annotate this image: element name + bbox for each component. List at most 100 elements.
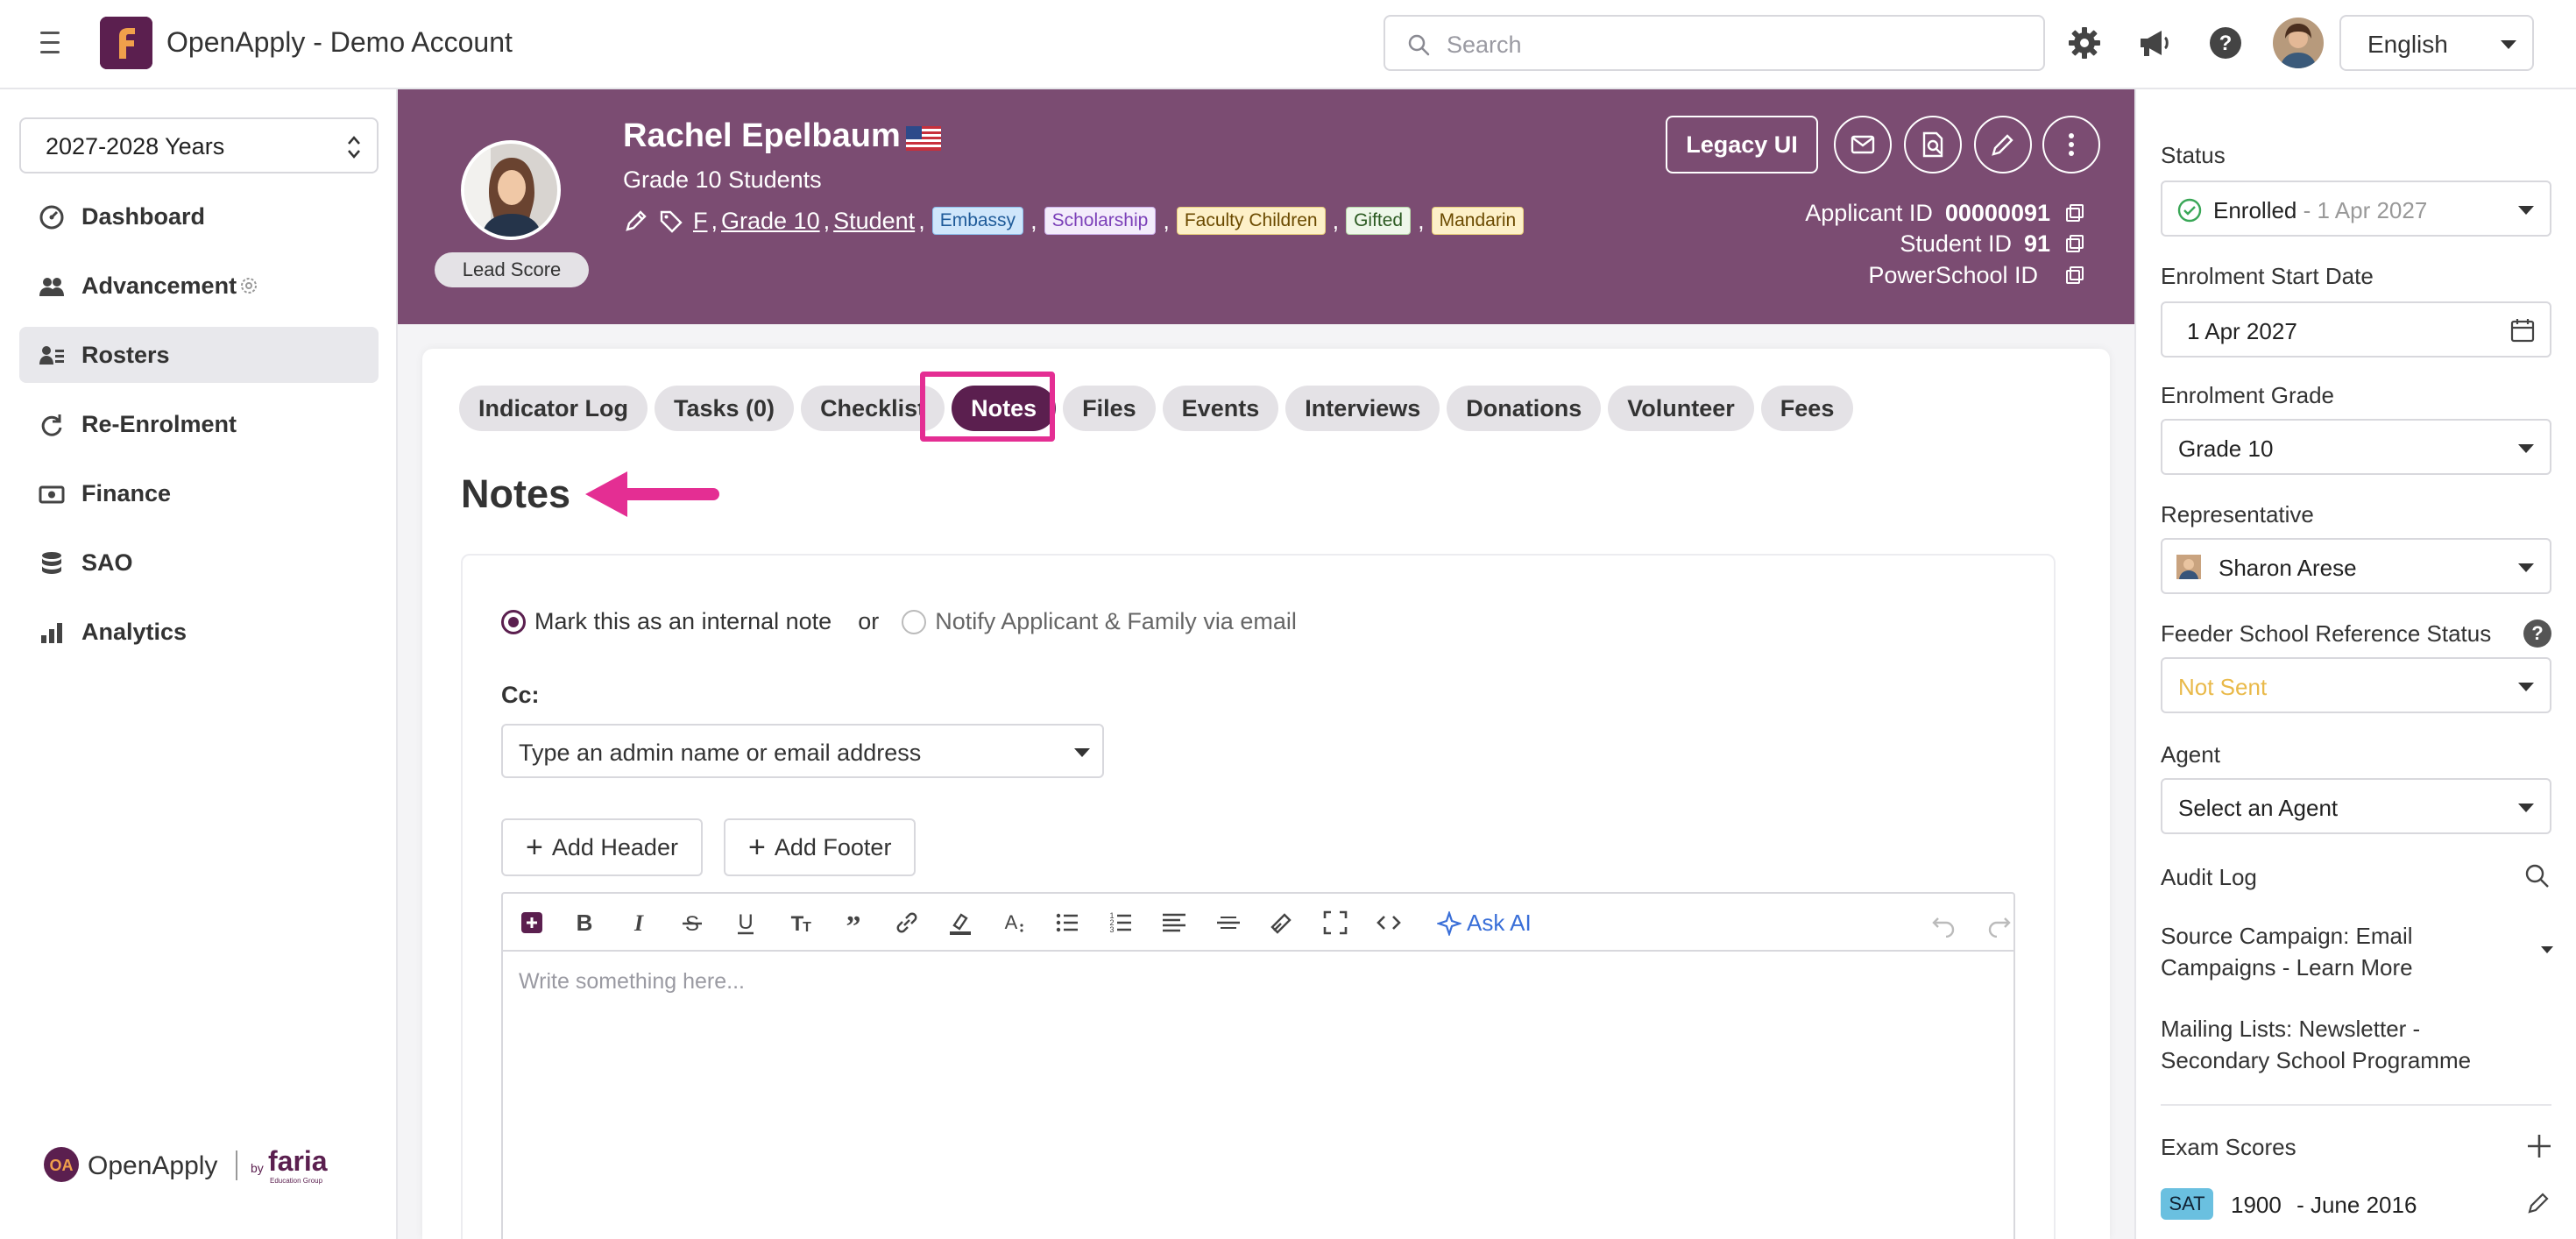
language-select[interactable]: English bbox=[2339, 15, 2534, 71]
tab-donations[interactable]: Donations bbox=[1447, 386, 1602, 431]
status-select[interactable]: Enrolled - 1 Apr 2027 bbox=[2161, 181, 2551, 237]
tab-interviews[interactable]: Interviews bbox=[1285, 386, 1440, 431]
undo-icon[interactable] bbox=[1929, 908, 1959, 938]
tag-chip-mandarin[interactable]: Mandarin bbox=[1431, 207, 1525, 235]
font-color-icon[interactable]: A bbox=[999, 908, 1029, 938]
search-input[interactable] bbox=[1447, 27, 2025, 62]
email-button[interactable] bbox=[1834, 116, 1892, 173]
representative-label: Representative bbox=[2161, 501, 2314, 527]
strikethrough-icon[interactable]: S bbox=[677, 908, 707, 938]
preview-button[interactable] bbox=[1904, 116, 1962, 173]
enrolment-grade-select[interactable]: Grade 10 bbox=[2161, 419, 2551, 475]
lead-score-badge[interactable]: Lead Score bbox=[435, 252, 589, 287]
notes-heading: Notes bbox=[461, 471, 571, 516]
student-photo[interactable] bbox=[461, 140, 561, 240]
redo-icon[interactable] bbox=[1984, 908, 2013, 938]
gear-icon[interactable] bbox=[2065, 24, 2104, 62]
bold-icon[interactable]: B bbox=[570, 908, 599, 938]
tag-chip-faculty-children[interactable]: Faculty Children bbox=[1176, 207, 1326, 235]
dashboard-icon bbox=[39, 205, 64, 230]
tag-chip-embassy[interactable]: Embassy bbox=[931, 207, 1024, 235]
text-size-icon[interactable]: TT bbox=[785, 908, 815, 938]
representative-select[interactable]: Sharon Arese bbox=[2161, 538, 2551, 594]
hamburger-menu-icon[interactable] bbox=[35, 32, 67, 58]
add-icon[interactable] bbox=[2525, 1132, 2553, 1160]
year-select[interactable]: 2027-2028 Years bbox=[19, 117, 379, 173]
tab-volunteer[interactable]: Volunteer bbox=[1608, 386, 1754, 431]
user-avatar[interactable] bbox=[2273, 18, 2324, 68]
sidebar-item-dashboard[interactable]: Dashboard bbox=[19, 188, 379, 244]
clear-format-icon[interactable] bbox=[1267, 908, 1297, 938]
tab-files[interactable]: Files bbox=[1063, 386, 1156, 431]
megaphone-icon[interactable] bbox=[2135, 24, 2174, 62]
numbered-list-icon[interactable]: 123 bbox=[1106, 908, 1136, 938]
tab-notes[interactable]: Notes bbox=[952, 386, 1057, 431]
more-options-button[interactable] bbox=[2042, 116, 2100, 173]
representative-avatar bbox=[2176, 555, 2201, 579]
pencil-icon[interactable] bbox=[623, 208, 649, 234]
sidebar-item-label: Dashboard bbox=[81, 203, 206, 230]
sidebar-item-advancement[interactable]: Advancement bbox=[19, 258, 379, 314]
horizontal-rule-icon[interactable] bbox=[1214, 908, 1243, 938]
tab-tasks[interactable]: Tasks (0) bbox=[655, 386, 795, 431]
tab-indicator-log[interactable]: Indicator Log bbox=[459, 386, 648, 431]
tag-chip-scholarship[interactable]: Scholarship bbox=[1044, 207, 1157, 235]
edit-button[interactable] bbox=[1974, 116, 2032, 173]
logo-brand-text: faria bbox=[268, 1145, 328, 1177]
sidebar-item-re-enrolment[interactable]: Re-Enrolment bbox=[19, 396, 379, 452]
underline-icon[interactable]: U bbox=[731, 908, 761, 938]
chevron-down-icon[interactable] bbox=[2541, 946, 2553, 953]
insert-block-icon[interactable] bbox=[517, 908, 547, 938]
ask-ai-button[interactable]: Ask AI bbox=[1437, 910, 1532, 937]
tab-checklist[interactable]: Checklist bbox=[801, 386, 945, 431]
copy-icon[interactable] bbox=[2064, 265, 2085, 286]
fullscreen-icon[interactable] bbox=[1320, 908, 1350, 938]
calendar-icon[interactable] bbox=[2509, 317, 2536, 343]
tag-link-grade[interactable]: Grade 10 bbox=[721, 208, 820, 235]
sidebar-item-finance[interactable]: Finance bbox=[19, 465, 379, 521]
align-icon[interactable] bbox=[1159, 908, 1189, 938]
notify-family-label[interactable]: Notify Applicant & Family via email bbox=[935, 608, 1297, 635]
sidebar-item-rosters[interactable]: Rosters bbox=[19, 327, 379, 383]
agent-select[interactable]: Select an Agent bbox=[2161, 778, 2551, 834]
internal-note-radio[interactable] bbox=[501, 609, 526, 634]
svg-text:U: U bbox=[738, 910, 753, 934]
copy-icon[interactable] bbox=[2064, 233, 2085, 254]
feeder-school-status-select[interactable]: Not Sent bbox=[2161, 657, 2551, 713]
tag-link-f[interactable]: F bbox=[693, 208, 708, 235]
search-icon[interactable] bbox=[2523, 862, 2551, 890]
help-icon[interactable]: ? bbox=[2523, 620, 2551, 648]
status-value: Enrolled bbox=[2213, 197, 2297, 223]
search-box[interactable] bbox=[1384, 15, 2045, 71]
pencil-icon[interactable] bbox=[2525, 1190, 2551, 1216]
app-logo[interactable] bbox=[100, 17, 152, 69]
tag-chip-gifted[interactable]: Gifted bbox=[1346, 207, 1412, 235]
italic-icon[interactable]: I bbox=[624, 908, 654, 938]
student-id-value: 91 bbox=[2023, 230, 2050, 257]
highlight-icon[interactable] bbox=[945, 908, 975, 938]
tag-link-student[interactable]: Student bbox=[833, 208, 915, 235]
settings-icon[interactable] bbox=[238, 275, 259, 296]
sidebar-item-sao[interactable]: SAO bbox=[19, 535, 379, 591]
enrolment-start-date-input[interactable]: 1 Apr 2027 bbox=[2161, 301, 2551, 358]
add-header-button[interactable]: + Add Header bbox=[501, 818, 703, 876]
link-icon[interactable] bbox=[892, 908, 922, 938]
sidebar-item-label: Finance bbox=[81, 480, 172, 506]
editor-placeholder[interactable]: Write something here... bbox=[519, 969, 745, 995]
tab-fees[interactable]: Fees bbox=[1760, 386, 1854, 431]
source-campaign-text[interactable]: Source Campaign: Email Campaigns - Learn… bbox=[2161, 920, 2529, 983]
internal-note-label[interactable]: Mark this as an internal note bbox=[534, 608, 832, 635]
help-icon[interactable]: ? bbox=[2206, 24, 2245, 62]
notify-family-radio[interactable] bbox=[902, 609, 927, 634]
legacy-ui-button[interactable]: Legacy UI bbox=[1666, 116, 1818, 173]
add-footer-button[interactable]: + Add Footer bbox=[724, 818, 916, 876]
cc-recipient-select[interactable]: Type an admin name or email address bbox=[501, 724, 1104, 778]
quote-icon[interactable]: ” bbox=[839, 908, 868, 938]
student-grade: Grade 10 Students bbox=[623, 166, 822, 193]
roster-icon bbox=[39, 346, 64, 365]
sidebar-item-analytics[interactable]: Analytics bbox=[19, 604, 379, 660]
code-icon[interactable] bbox=[1374, 908, 1404, 938]
bullet-list-icon[interactable] bbox=[1052, 908, 1082, 938]
tab-events[interactable]: Events bbox=[1162, 386, 1279, 431]
copy-icon[interactable] bbox=[2064, 202, 2085, 223]
